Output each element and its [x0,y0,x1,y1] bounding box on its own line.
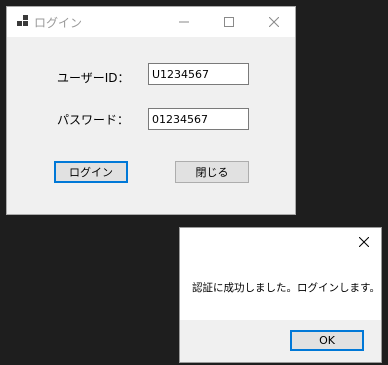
password-input[interactable] [148,108,249,130]
minimize-icon [179,21,189,23]
close-icon [359,237,369,247]
message-text: 認証に成功しました。ログインします。 [192,282,380,294]
maximize-icon [224,17,234,27]
ok-button[interactable]: OK [290,330,364,351]
login-button[interactable]: ログイン [54,161,128,183]
user-id-label: ユーザーID： [57,71,130,85]
window-title: ログイン [34,16,83,30]
password-label: パスワード： [57,113,130,127]
close-form-button[interactable]: 閉じる [175,161,249,183]
close-button[interactable] [251,7,297,37]
maximize-button[interactable] [206,7,252,37]
user-id-input[interactable] [148,63,249,85]
form-icon [17,15,30,28]
message-footer: OK [180,320,381,362]
message-close-button[interactable] [347,228,381,256]
login-window: ログイン ユーザーID： パスワード： ログイン 閉じる [6,6,296,215]
message-box: 認証に成功しました。ログインします。 OK [179,227,382,363]
title-bar[interactable]: ログイン [7,7,295,37]
close-icon [269,17,279,27]
minimize-button[interactable] [161,7,207,37]
